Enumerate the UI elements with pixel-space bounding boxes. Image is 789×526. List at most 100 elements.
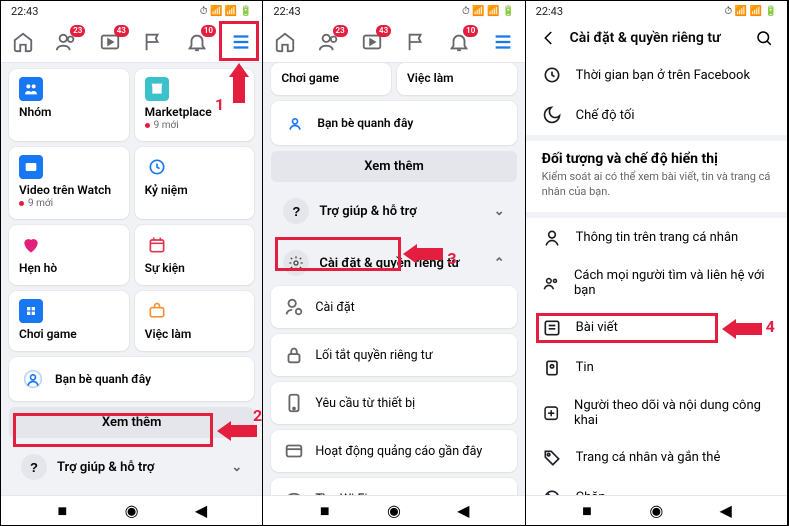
settings-item-settings[interactable]: Cài đặt [271, 286, 516, 328]
row-followers[interactable]: Người theo dõi và nội dung công khai [526, 388, 787, 438]
status-icons: ⏱ 📶 📶 🔋 [462, 6, 515, 17]
tile-jobs[interactable]: Việc làm [397, 63, 517, 95]
android-back[interactable]: ◀ [455, 503, 471, 519]
section-audience: Đối tượng và chế độ hiển thị Kiểm soát a… [526, 141, 787, 218]
briefcase-icon [147, 301, 167, 321]
help-support-row[interactable]: ? Trợ giúp & hỗ trợ ⌄ [271, 188, 516, 234]
tile-memories[interactable]: Kỷ niệm [135, 147, 255, 219]
tile-games[interactable]: Chơi game [271, 63, 391, 95]
friends-badge: 23 [333, 25, 348, 37]
nav-home[interactable] [8, 27, 38, 57]
row-profile-info[interactable]: Thông tin trên trang cá nhân [526, 218, 787, 258]
tile-label: Bạn bè quanh đây [55, 372, 151, 386]
back-arrow-icon[interactable] [540, 29, 558, 47]
nav-flag[interactable] [138, 27, 168, 57]
android-home[interactable]: ◉ [648, 503, 664, 519]
tag-icon [542, 448, 562, 468]
bell-badge: 10 [463, 25, 478, 37]
status-time: 22:43 [536, 5, 563, 18]
chevron-up-icon: ⌃ [494, 256, 505, 271]
settings-item-find-wifi[interactable]: Tìm Wi-Fi [271, 478, 516, 495]
nav-flag[interactable] [401, 27, 431, 57]
tile-events[interactable]: Sự kiện [135, 225, 255, 285]
tiles-grid: Nhóm Marketplace 9 mới Video trên Watch … [1, 63, 262, 401]
tile-label: Bạn bè quanh đây [317, 116, 413, 130]
row-label: Người theo dõi và nội dung công khai [574, 398, 771, 428]
android-back[interactable]: ◀ [718, 503, 734, 519]
tile-label: Việc làm [145, 327, 245, 341]
heart-icon [21, 235, 41, 255]
menu-content: Chơi game Việc làm Bạn bè quanh đây Xem … [263, 63, 524, 495]
clock-icon [147, 157, 167, 177]
settings-item-privacy-shortcuts[interactable]: Lối tắt quyền riêng tư [271, 334, 516, 376]
block-icon [542, 488, 562, 495]
bell-badge: 10 [201, 25, 216, 37]
android-recent[interactable]: ■ [579, 503, 595, 519]
tile-jobs[interactable]: Việc làm [135, 291, 255, 351]
android-nav: ■ ◉ ◀ [526, 495, 787, 525]
chevron-down-icon: ⌄ [231, 460, 242, 475]
row-label: Thông tin trên trang cá nhân [576, 230, 739, 245]
video-badge: 43 [376, 25, 391, 37]
row-stories[interactable]: Tin [526, 348, 787, 388]
post-icon [542, 318, 562, 338]
settings-item-ad-activity[interactable]: Hoạt động quảng cáo gần đây [271, 430, 516, 472]
person-icon [542, 228, 562, 248]
row-posts[interactable]: Bài viết [526, 308, 787, 348]
row-label: Trợ giúp & hỗ trợ [57, 460, 154, 475]
item-label: Yêu cầu từ thiết bị [315, 396, 415, 411]
help-icon: ? [21, 454, 47, 480]
tile-groups[interactable]: Nhóm [9, 69, 129, 141]
status-time: 22:43 [273, 5, 300, 18]
nav-menu[interactable] [226, 27, 256, 57]
nav-friends[interactable]: 23 [314, 27, 344, 57]
see-more-button[interactable]: Xem thêm [9, 407, 254, 438]
search-icon[interactable] [755, 29, 773, 47]
settings-privacy-row[interactable]: Cài đặt & quyền riêng tư ⌃ [271, 240, 516, 286]
help-icon: ? [283, 198, 309, 224]
settings-content: Thời gian bạn ở trên Facebook Chế độ tối… [526, 55, 787, 495]
tile-dating[interactable]: Hẹn hò [9, 225, 129, 285]
status-icons: ⏱ 📶 📶 🔋 [724, 6, 777, 17]
row-profile-tagging[interactable]: Trang cá nhân và gắn thẻ [526, 438, 787, 478]
nav-bell[interactable]: 10 [444, 27, 474, 57]
settings-item-device-requests[interactable]: Yêu cầu từ thiết bị [271, 382, 516, 424]
row-find-contact[interactable]: Cách mọi người tìm và liên hệ với bạn [526, 258, 787, 308]
android-recent[interactable]: ■ [54, 503, 70, 519]
story-icon [542, 358, 562, 378]
nav-menu[interactable] [488, 27, 518, 57]
shop-icon [149, 81, 165, 97]
hamburger-icon [230, 31, 252, 53]
tile-nearby-friends[interactable]: Bạn bè quanh đây [271, 101, 516, 145]
help-support-row[interactable]: ? Trợ giúp & hỗ trợ ⌄ [9, 444, 254, 490]
nav-video[interactable]: 43 [357, 27, 387, 57]
nav-friends[interactable]: 23 [51, 27, 81, 57]
android-home[interactable]: ◉ [386, 503, 402, 519]
status-bar: 22:43 ⏱ 📶 📶 🔋 [526, 1, 787, 21]
chevron-down-icon: ⌄ [494, 204, 505, 219]
tile-watch[interactable]: Video trên Watch 9 mới [9, 147, 129, 219]
nav-video[interactable]: 43 [95, 27, 125, 57]
plus-box-icon [542, 403, 560, 423]
tile-label: Nhóm [19, 105, 119, 119]
nav-home[interactable] [270, 27, 300, 57]
video-badge: 43 [114, 25, 129, 37]
tile-sub: 9 mới [19, 198, 119, 209]
tile-nearby-friends[interactable]: Bạn bè quanh đây [9, 357, 254, 401]
row-label: Tin [576, 360, 594, 375]
row-block[interactable]: Chặn [526, 478, 787, 495]
status-icons: ⏱ 📶 📶 🔋 [200, 6, 253, 17]
android-recent[interactable]: ■ [317, 503, 333, 519]
tile-marketplace[interactable]: Marketplace 9 mới [135, 69, 255, 141]
android-back[interactable]: ◀ [193, 503, 209, 519]
row-time-on-facebook[interactable]: Thời gian bạn ở trên Facebook [526, 55, 787, 95]
tile-games[interactable]: Chơi game [9, 291, 129, 351]
nearby-icon [285, 113, 305, 133]
screen-3-settings-privacy: 22:43 ⏱ 📶 📶 🔋 Cài đặt & quyền riêng tư T… [526, 1, 788, 525]
row-dark-mode[interactable]: Chế độ tối [526, 95, 787, 135]
people-icon [542, 273, 560, 293]
see-more-button[interactable]: Xem thêm [271, 151, 516, 182]
nav-bell[interactable]: 10 [182, 27, 212, 57]
tile-label: Sự kiện [145, 261, 245, 275]
android-home[interactable]: ◉ [124, 503, 140, 519]
